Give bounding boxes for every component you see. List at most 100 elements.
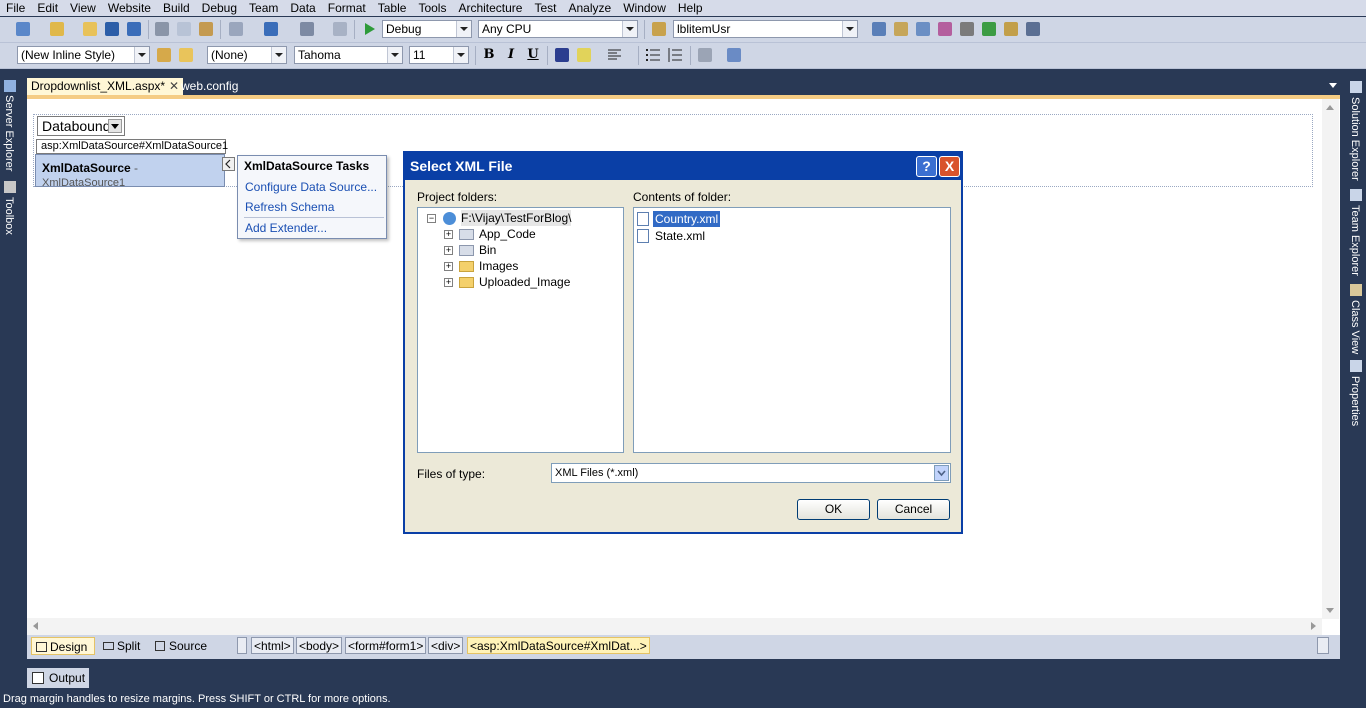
add-extender-link[interactable]: Add Extender... [245,221,327,235]
class-view-tab[interactable]: Class View [1349,300,1361,354]
tree-item-images[interactable]: + Images [442,258,592,274]
style-application-icon[interactable] [155,46,173,64]
add-item-icon[interactable] [48,20,66,38]
crumb-scroll-right[interactable] [1317,637,1329,654]
cancel-button[interactable]: Cancel [877,499,950,520]
font-size-select[interactable]: 11 [409,46,469,64]
save-icon[interactable] [103,20,121,38]
file-item-country[interactable]: Country.xml [637,211,737,227]
folder-contents-list[interactable]: Country.xml State.xml [633,207,951,453]
menu-format[interactable]: Format [322,0,372,16]
toolbox-icon[interactable] [936,20,954,38]
tree-root[interactable]: − F:\Vijay\TestForBlog\ [424,210,614,226]
files-of-type-select[interactable]: XML Files (*.xml) [551,463,951,483]
menu-website[interactable]: Website [102,0,157,16]
tools-icon[interactable] [958,20,976,38]
databound-dropdownlist[interactable]: Databound [37,116,125,136]
project-folders-tree[interactable]: − F:\Vijay\TestForBlog\ + App_Code + Bin… [417,207,624,453]
design-view-button[interactable]: Design [31,637,95,655]
tab-dropdownlist-xml[interactable]: Dropdownlist_XML.aspx* ✕ [27,78,183,95]
menu-table[interactable]: Table [372,0,413,16]
solution-configuration-select[interactable]: Debug [382,20,472,38]
new-project-icon[interactable] [14,20,32,38]
find-in-files-icon[interactable] [650,20,668,38]
configure-data-source-link[interactable]: Configure Data Source... [245,180,377,194]
crumb-xmldatasource[interactable]: <asp:XmlDataSource#XmlDat...> [467,637,650,654]
toolbox-tab[interactable]: Toolbox [3,197,15,235]
navigate-forward-icon[interactable] [331,20,349,38]
scroll-left-icon[interactable] [33,622,38,630]
numbering-icon[interactable] [666,46,684,64]
crumb-form[interactable]: <form#form1> [345,637,427,654]
bold-button[interactable]: B [479,46,499,64]
close-button[interactable]: X [939,156,960,177]
vertical-scrollbar[interactable] [1322,99,1339,619]
copy-icon[interactable] [175,20,193,38]
menu-team[interactable]: Team [243,0,284,16]
manage-styles-icon[interactable] [177,46,195,64]
source-view-button[interactable]: Source [151,637,211,655]
target-rule-select[interactable]: (None) [207,46,287,64]
underline-button[interactable]: U [523,46,543,64]
team-explorer-tab[interactable]: Team Explorer [1349,205,1361,276]
menu-tools[interactable]: Tools [412,0,452,16]
solution-platform-select[interactable]: Any CPU [478,20,638,38]
start-debugging-icon[interactable] [360,20,378,38]
tab-web-config[interactable]: web.config [177,78,242,95]
menu-build[interactable]: Build [157,0,196,16]
xmldatasource-control[interactable]: XmlDataSource - XmlDataSource1 [35,154,225,189]
tree-item-app-code[interactable]: + App_Code [442,226,592,242]
server-explorer-tab[interactable]: Server Explorer [3,95,15,171]
redo-icon[interactable] [262,20,280,38]
font-name-select[interactable]: Tahoma [294,46,403,64]
horizontal-scrollbar[interactable] [27,618,1322,635]
menu-edit[interactable]: Edit [31,0,64,16]
crumb-body[interactable]: <body> [296,637,343,654]
navigate-backward-icon[interactable] [298,20,316,38]
chevron-down-icon[interactable] [1329,83,1337,88]
undo-icon[interactable] [227,20,245,38]
menu-data[interactable]: Data [284,0,321,16]
italic-button[interactable]: I [501,46,521,64]
properties-icon[interactable] [892,20,910,38]
tree-item-bin[interactable]: + Bin [442,242,592,258]
justify-icon[interactable] [606,46,624,64]
scroll-down-icon[interactable] [1326,608,1334,613]
bookmark-icon[interactable] [725,46,743,64]
menu-view[interactable]: View [64,0,102,16]
find-combo[interactable]: lblitemUsr [673,20,858,38]
hyperlink-icon[interactable] [696,46,714,64]
tree-item-uploaded-image[interactable]: + Uploaded_Image [442,274,592,290]
scroll-up-icon[interactable] [1326,105,1334,110]
menu-debug[interactable]: Debug [196,0,243,16]
foreground-color-icon[interactable] [553,46,571,64]
ok-button[interactable]: OK [797,499,870,520]
menu-analyze[interactable]: Analyze [563,0,618,16]
extension-manager-icon[interactable] [1002,20,1020,38]
menu-window[interactable]: Window [617,0,672,16]
menu-file[interactable]: File [0,0,31,16]
cut-icon[interactable] [153,20,171,38]
properties-tab[interactable]: Properties [1349,376,1361,426]
output-tab[interactable]: Output [27,668,89,688]
solution-explorer-tab[interactable]: Solution Explorer [1349,97,1361,181]
split-view-button[interactable]: Split [99,637,149,655]
smart-tag-button[interactable] [222,157,235,171]
background-color-icon[interactable] [575,46,593,64]
start-page-icon[interactable] [980,20,998,38]
refresh-schema-link[interactable]: Refresh Schema [245,200,334,214]
file-item-state[interactable]: State.xml [637,228,737,244]
scroll-right-icon[interactable] [1311,622,1316,630]
object-browser-icon[interactable] [914,20,932,38]
bullets-icon[interactable] [644,46,662,64]
menu-test[interactable]: Test [528,0,562,16]
crumb-html[interactable]: <html> [251,637,294,654]
help-button[interactable]: ? [916,156,937,177]
crumb-div[interactable]: <div> [428,637,464,654]
solution-explorer-icon[interactable] [870,20,888,38]
style-select[interactable]: (New Inline Style) [17,46,150,64]
save-all-icon[interactable] [125,20,143,38]
paste-icon[interactable] [197,20,215,38]
command-window-icon[interactable] [1024,20,1042,38]
crumb-scroll-left[interactable] [237,637,247,654]
